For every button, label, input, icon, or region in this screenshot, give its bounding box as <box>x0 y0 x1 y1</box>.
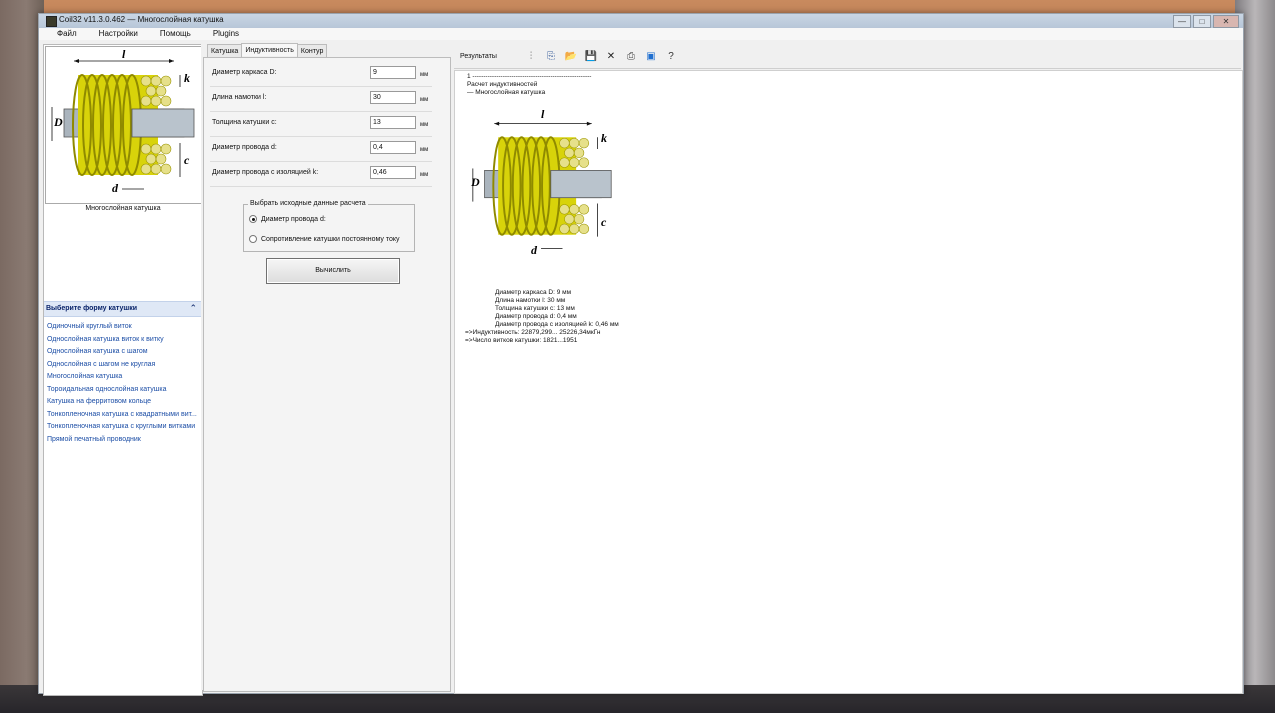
results-toolbar: Результаты ⫶ ⎘ 📂 💾 ✕ ⎙ ▣ ? <box>454 46 1241 69</box>
result-dimension-l: l <box>541 107 545 121</box>
radio-button-selected[interactable] <box>249 215 257 223</box>
window-icon[interactable]: ▣ <box>644 50 658 64</box>
coil-preview-image: l k D c d <box>45 46 203 204</box>
left-panel: l k D c d Многослойная катушка Выберите … <box>43 44 203 696</box>
dimension-c: c <box>184 153 190 167</box>
dimension-l: l <box>122 47 126 61</box>
window-controls: — □ ✕ <box>1173 15 1239 28</box>
print-icon[interactable]: ⎙ <box>624 50 638 64</box>
help-icon[interactable]: ? <box>664 50 678 64</box>
menu-settings[interactable]: Настройки <box>99 28 138 40</box>
input-mode-group: Выбрать исходные данные расчета Диаметр … <box>243 200 415 252</box>
result-inductance: =>Индуктивность: 22879,299... 25226,34мк… <box>465 329 601 336</box>
insulated-wire-diameter-input[interactable]: 0,46 <box>370 166 416 179</box>
group-title: Выбрать исходные данные расчета <box>248 200 368 207</box>
result-dimension-D: D <box>471 175 480 189</box>
result-coil-thickness: Толщина катушки c: 13 мм <box>495 305 575 312</box>
open-folder-icon[interactable]: 📂 <box>564 50 578 64</box>
param-unit: мм <box>420 122 429 128</box>
param-row-coil-thickness: Толщина катушки c: 13 мм <box>210 112 432 137</box>
menu-plugins[interactable]: Plugins <box>213 28 239 40</box>
shape-list: Одиночный круглый виток Однослойная кату… <box>47 321 201 446</box>
shape-link-pcb-trace[interactable]: Прямой печатный проводник <box>47 434 201 447</box>
shape-link-multilayer[interactable]: Многослойная катушка <box>47 371 201 384</box>
calculate-button[interactable]: Вычислить <box>266 258 400 284</box>
shape-link-ferrite-ring[interactable]: Катушка на ферритовом кольце <box>47 396 201 409</box>
radio-label: Сопротивление катушки постоянному току <box>261 235 400 243</box>
menu-help[interactable]: Помощь <box>160 28 191 40</box>
result-coil-image: l k D c d <box>467 107 619 265</box>
result-separator: 1 --------------------------------------… <box>467 73 592 80</box>
toolbar-icons: ⫶ ⎘ 📂 💾 ✕ ⎙ ▣ ? <box>524 50 678 64</box>
input-panel: Катушка Индуктивность Контур Диаметр кар… <box>201 43 451 692</box>
shape-selector-header[interactable]: Выберите форму катушки ⌃ <box>44 301 202 317</box>
shape-link-single-turn[interactable]: Одиночный круглый виток <box>47 321 201 334</box>
collapse-icon[interactable]: ⌃ <box>189 303 197 314</box>
title-bar: Coil32 v11.3.0.462 — Многослойная катушк… <box>39 14 1243 28</box>
shape-link-single-layer-pitch[interactable]: Однослойная катушка с шагом <box>47 346 201 359</box>
result-frame-diameter: Диаметр каркаса D: 9 мм <box>495 289 572 296</box>
save-icon[interactable]: 💾 <box>584 50 598 64</box>
shape-link-thinfilm-square[interactable]: Тонкопленочная катушка с квадратными вит… <box>47 409 201 422</box>
param-unit: мм <box>420 172 429 178</box>
results-title: Результаты <box>460 53 497 60</box>
result-dimension-k: k <box>601 131 607 145</box>
tab-strip: Катушка Индуктивность Контур <box>207 43 328 57</box>
param-row-winding-length: Длина намотки l: 30 мм <box>210 87 432 112</box>
close-button[interactable]: ✕ <box>1213 15 1239 28</box>
results-text-area[interactable]: 1 --------------------------------------… <box>454 70 1243 694</box>
maximize-button[interactable]: □ <box>1193 15 1211 28</box>
param-row-insulated-wire-diameter: Диаметр провода с изоляцией k: 0,46 мм <box>210 162 432 187</box>
clear-icon[interactable]: ✕ <box>604 50 618 64</box>
app-window: Coil32 v11.3.0.462 — Многослойная катушк… <box>38 13 1244 696</box>
frame-diameter-input[interactable]: 9 <box>370 66 416 79</box>
menu-bar: Файл Настройки Помощь Plugins <box>39 28 1243 40</box>
dimension-D: D <box>54 115 63 129</box>
menu-file[interactable]: Файл <box>57 28 77 40</box>
param-label: Длина намотки l: <box>212 94 267 101</box>
radio-label: Диаметр провода d: <box>261 215 326 223</box>
results-panel: Результаты ⫶ ⎘ 📂 💾 ✕ ⎙ ▣ ? 1 -----------… <box>454 46 1243 694</box>
shape-link-thinfilm-round[interactable]: Тонкопленочная катушка с круглыми виткам… <box>47 421 201 434</box>
param-label: Диаметр провода d: <box>212 144 277 151</box>
app-icon <box>46 16 57 27</box>
radio-wire-diameter[interactable]: Диаметр провода d: <box>249 213 326 225</box>
param-row-wire-diameter: Диаметр провода d: 0,4 мм <box>210 137 432 162</box>
param-unit: мм <box>420 97 429 103</box>
param-label: Толщина катушки c: <box>212 119 277 126</box>
result-turns-count: =>Число витков катушки: 1821...1951 <box>465 337 578 344</box>
result-heading: Расчет индуктивностей <box>467 81 538 88</box>
param-label: Диаметр каркаса D: <box>212 69 277 76</box>
param-label: Диаметр провода с изоляцией k: <box>212 169 319 176</box>
window-title: Coil32 v11.3.0.462 — Многослойная катушк… <box>59 15 224 24</box>
param-unit: мм <box>420 147 429 153</box>
inductance-tab-content: Диаметр каркаса D: 9 мм Длина намотки l:… <box>203 57 451 692</box>
wire-diameter-input[interactable]: 0,4 <box>370 141 416 154</box>
coil-caption: Многослойная катушка <box>85 205 161 212</box>
shape-link-single-layer-close[interactable]: Однослойная катушка виток к витку <box>47 334 201 347</box>
copy-icon[interactable]: ⎘ <box>544 50 558 64</box>
result-insulated-wire-diameter: Диаметр провода с изоляцией k: 0,46 мм <box>495 321 619 328</box>
dimension-d: d <box>112 181 118 195</box>
radio-button[interactable] <box>249 235 257 243</box>
result-winding-length: Длина намотки l: 30 мм <box>495 297 566 304</box>
param-row-frame-diameter: Диаметр каркаса D: 9 мм <box>210 62 432 87</box>
tab-circuit[interactable]: Контур <box>296 44 328 57</box>
winding-length-input[interactable]: 30 <box>370 91 416 104</box>
shape-header-label: Выберите форму катушки <box>46 305 138 312</box>
shape-link-single-layer-noncircular[interactable]: Однослойная с шагом не круглая <box>47 359 201 372</box>
coil-thickness-input[interactable]: 13 <box>370 116 416 129</box>
result-wire-diameter: Диаметр провода d: 0,4 мм <box>495 313 577 320</box>
sort-icon[interactable]: ⫶ <box>524 50 538 64</box>
minimize-button[interactable]: — <box>1173 15 1191 28</box>
result-dimension-d: d <box>531 243 537 257</box>
shape-link-toroidal[interactable]: Тороидальная однослойная катушка <box>47 384 201 397</box>
result-coil-type: — Многослойная катушка <box>467 89 546 96</box>
dimension-k: k <box>184 71 190 85</box>
result-dimension-c: c <box>601 215 607 229</box>
radio-dc-resistance[interactable]: Сопротивление катушки постоянному току <box>249 233 400 245</box>
tab-inductance[interactable]: Индуктивность <box>241 43 298 56</box>
param-unit: мм <box>420 72 429 78</box>
tab-coil[interactable]: Катушка <box>207 44 243 57</box>
